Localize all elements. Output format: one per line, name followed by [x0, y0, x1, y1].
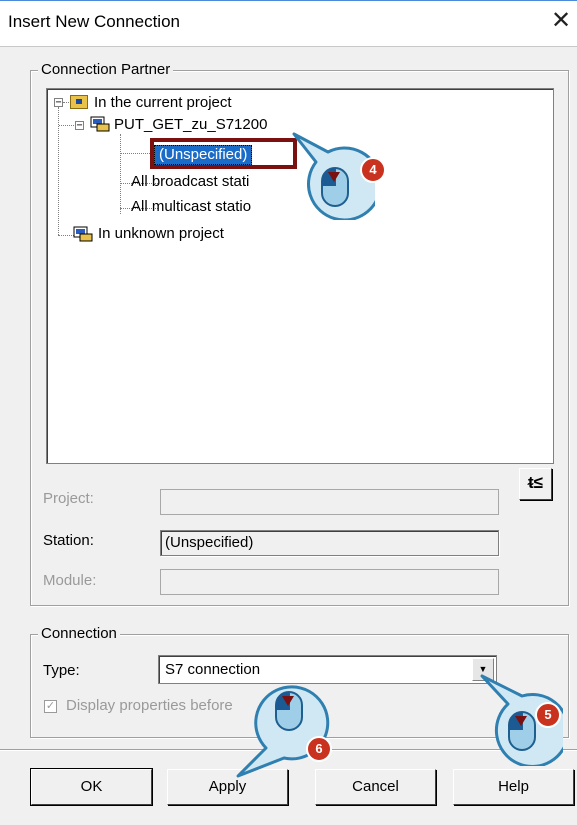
tree-item-multicast[interactable]: All multicast statio [131, 198, 251, 215]
tree-item-broadcast[interactable]: All broadcast stati [131, 173, 249, 190]
module-label: Module: [43, 572, 97, 589]
station-icon [90, 116, 110, 132]
tree-connector [120, 134, 121, 214]
module-field [160, 569, 499, 595]
connection-partner-label: Connection Partner [38, 61, 174, 78]
display-properties-label: Display properties before [66, 697, 233, 714]
title-divider [0, 46, 577, 47]
help-button[interactable]: Help [453, 769, 574, 805]
tree-connector [58, 107, 59, 235]
close-icon[interactable]: ✕ [548, 6, 574, 35]
tree-root[interactable]: In the current project [94, 94, 232, 111]
callout-badge-5: 5 [535, 702, 561, 728]
callout-badge-4: 4 [360, 157, 386, 183]
callout-bubble-6 [236, 685, 330, 778]
tree-connector [120, 153, 154, 154]
tree-connector [58, 235, 74, 236]
highlight-frame [150, 138, 297, 169]
station-label: Station: [43, 532, 94, 549]
tree-unknown-project[interactable]: In unknown project [98, 225, 224, 242]
project-label: Project: [43, 490, 94, 507]
station-icon [73, 226, 93, 242]
collapse-icon[interactable]: − [75, 121, 84, 131]
filter-button[interactable]: ᵵ≤ [519, 468, 552, 500]
station-field: (Unspecified) [160, 530, 499, 556]
ok-button[interactable]: OK [30, 768, 153, 806]
project-field [160, 489, 499, 515]
callout-badge-6: 6 [306, 736, 332, 762]
window-title: Insert New Connection [8, 12, 180, 31]
tree-connector [59, 125, 76, 126]
display-properties-checkbox[interactable]: ✓ [44, 700, 57, 713]
mouse-icon [508, 711, 536, 751]
type-value: S7 connection [165, 661, 261, 678]
folder-icon [70, 95, 88, 109]
tree-station[interactable]: PUT_GET_zu_S71200 [114, 116, 267, 133]
type-label: Type: [43, 662, 80, 679]
collapse-icon[interactable]: − [54, 98, 63, 108]
connection-label: Connection [38, 625, 120, 642]
mouse-icon [321, 167, 349, 207]
mouse-icon [275, 691, 303, 731]
